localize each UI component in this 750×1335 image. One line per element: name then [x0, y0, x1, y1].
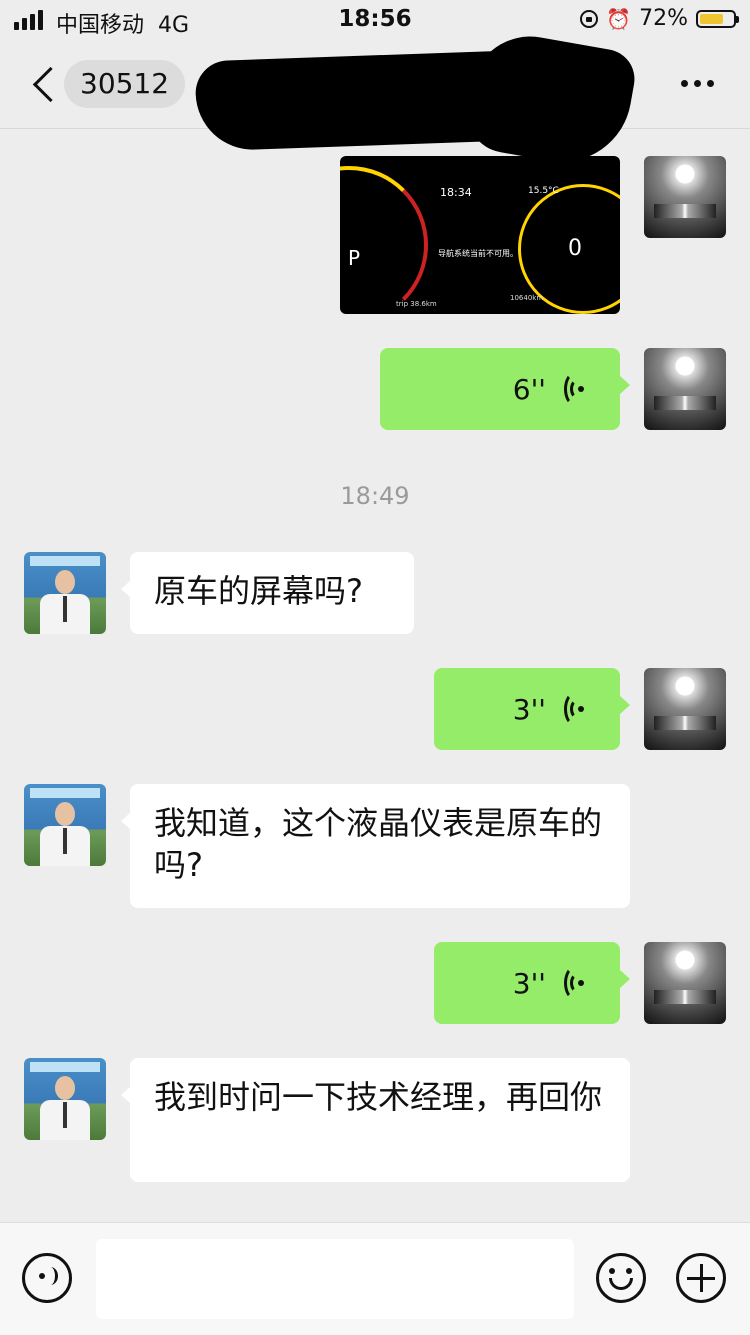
message-text: 我到时问一下技术经理，再回你: [154, 1078, 603, 1116]
message-text: 我知道，这个液晶仪表是原车的吗?: [154, 804, 603, 884]
message-timestamp: 18:49: [340, 482, 410, 510]
battery-icon: [696, 9, 739, 28]
unread-count-badge[interactable]: 30512: [64, 60, 186, 108]
text-message[interactable]: 我到时问一下技术经理，再回你: [121, 1058, 630, 1182]
status-right: ⏰ 72%: [580, 6, 739, 31]
text-message[interactable]: 我知道，这个液晶仪表是原车的吗?: [121, 784, 630, 908]
tachometer-gauge: [340, 166, 428, 314]
battery-percent: 72%: [639, 6, 688, 31]
voice-wave-icon: [564, 372, 586, 406]
voice-message[interactable]: 6'': [380, 348, 630, 430]
dash-temp: 15.5°C: [528, 186, 559, 196]
avatar[interactable]: [644, 668, 726, 750]
ellipsis-icon[interactable]: [681, 80, 714, 87]
dash-speed: 0: [568, 236, 582, 261]
text-message[interactable]: 原车的屏幕吗?: [121, 552, 414, 634]
message-input[interactable]: [96, 1239, 574, 1319]
avatar[interactable]: [644, 156, 726, 238]
dash-odometer: 10640km: [510, 294, 544, 302]
chat-header: 30512: [0, 27, 750, 173]
dash-nav-notice: 导航系统当前不可用。: [438, 249, 518, 258]
orientation-lock-icon: [580, 9, 599, 28]
emoji-icon[interactable]: [596, 1253, 646, 1303]
voice-icon[interactable]: [22, 1253, 72, 1303]
status-bar: 中国移动 4G 18:56 ⏰ 72%: [0, 0, 750, 40]
message-text: 原车的屏幕吗?: [154, 572, 363, 610]
voice-duration: 3'': [512, 692, 546, 726]
plus-icon[interactable]: [676, 1253, 726, 1303]
chevron-left-icon[interactable]: [32, 66, 69, 103]
avatar[interactable]: [644, 348, 726, 430]
voice-wave-icon: [564, 692, 586, 726]
input-bar: [0, 1222, 750, 1335]
voice-message[interactable]: 3'': [434, 668, 630, 750]
avatar[interactable]: [24, 784, 106, 866]
gear-indicator: P: [348, 246, 361, 270]
redacted-title-mark: [460, 27, 640, 173]
alarm-icon: ⏰: [606, 6, 632, 31]
avatar[interactable]: [24, 552, 106, 634]
dash-time: 18:34: [440, 186, 472, 199]
image-message[interactable]: P 18:34 15.5°C 导航系统当前不可用。 0 trip 38.6km …: [340, 156, 620, 314]
dash-trip: trip 38.6km: [396, 300, 437, 308]
voice-wave-icon: [564, 966, 586, 1000]
avatar[interactable]: [644, 942, 726, 1024]
voice-duration: 6'': [512, 372, 546, 406]
avatar[interactable]: [24, 1058, 106, 1140]
voice-message[interactable]: 3'': [434, 942, 630, 1024]
voice-duration: 3'': [512, 966, 546, 1000]
